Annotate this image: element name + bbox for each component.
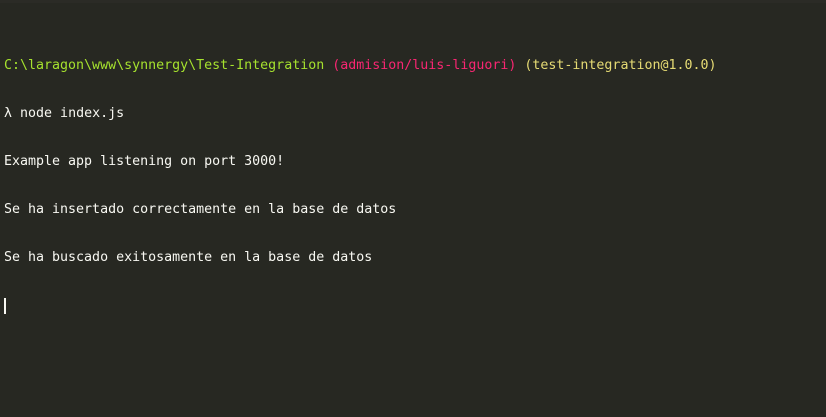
terminal-output-area[interactable]: C:\laragon\www\synnergy\Test-Integration… — [4, 26, 826, 417]
input-line[interactable] — [4, 298, 826, 314]
output-line: Example app listening on port 3000! — [4, 154, 285, 169]
prompt-path: C:\laragon\www\synnergy\Test-Integration — [4, 58, 325, 73]
git-branch: (admision/luis-liguori) — [332, 58, 517, 73]
output-line: Se ha insertado correctamente en la base… — [4, 202, 397, 217]
prompt-symbol: λ — [4, 106, 13, 121]
command-line: λ node index.js — [4, 106, 826, 122]
package-version: (test-integration@1.0.0) — [524, 58, 717, 73]
command-text: node index.js — [20, 106, 125, 121]
window-top-border — [0, 0, 826, 3]
prompt-line: C:\laragon\www\synnergy\Test-Integration… — [4, 58, 826, 74]
text-cursor — [4, 298, 6, 314]
output-line: Se ha buscado exitosamente en la base de… — [4, 250, 373, 265]
